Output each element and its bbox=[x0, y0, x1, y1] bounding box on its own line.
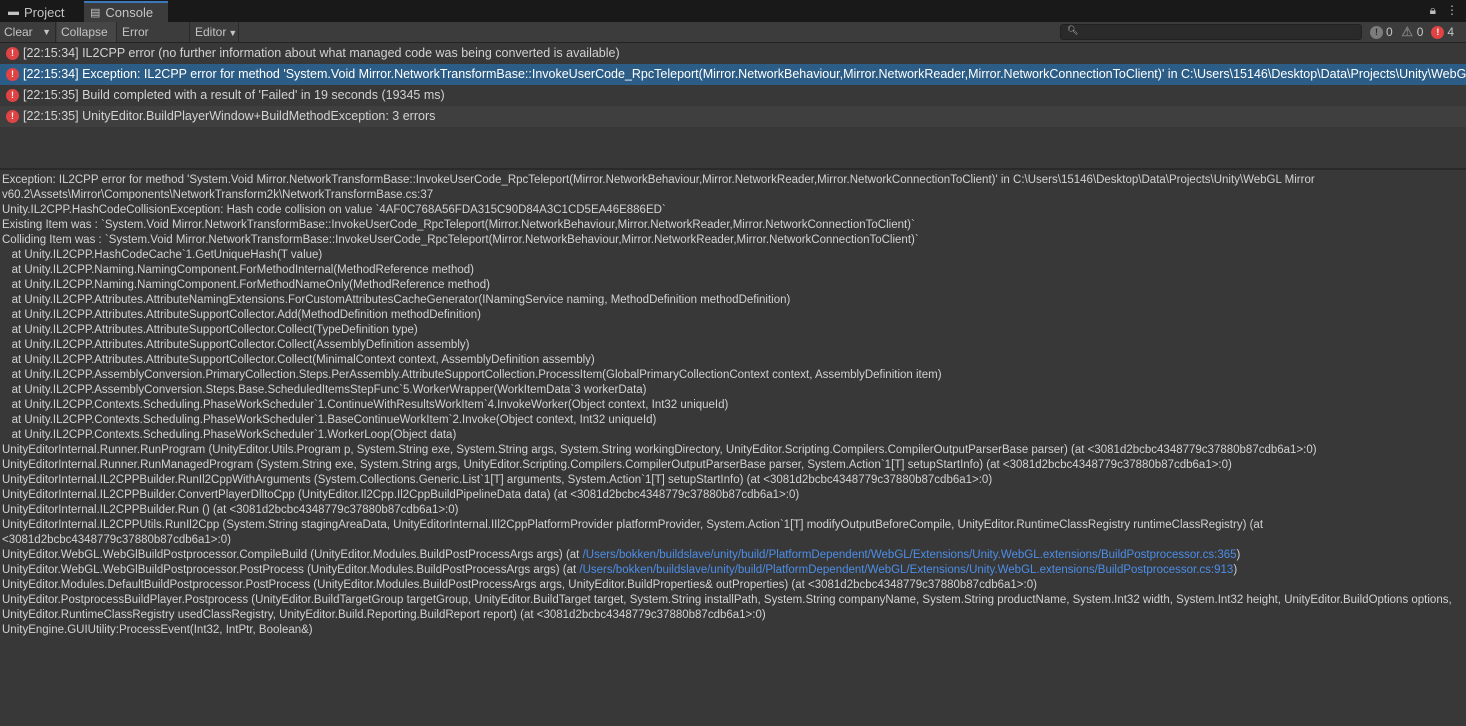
folder-icon: ▬ bbox=[8, 6, 19, 18]
stack-trace-line: at Unity.IL2CPP.Contexts.Scheduling.Phas… bbox=[2, 414, 657, 426]
info-icon: ! bbox=[1370, 25, 1383, 39]
more-menu-icon[interactable]: ⋮ bbox=[1446, 3, 1458, 18]
editor-dropdown[interactable]: Editor ▼ bbox=[191, 22, 239, 42]
stack-trace-line: UnityEngine.GUIUtility:ProcessEvent(Int3… bbox=[2, 624, 313, 636]
stack-trace-line: at Unity.IL2CPP.AssemblyConversion.Prima… bbox=[2, 369, 942, 381]
error-pause-toggle[interactable]: Error Pause bbox=[118, 22, 190, 59]
error-count-toggle[interactable]: ! 4 bbox=[1427, 22, 1458, 42]
error-icon: ! bbox=[6, 110, 19, 123]
stack-trace-line: Colliding Item was : `System.Void Mirror… bbox=[2, 234, 919, 246]
stack-trace-line: at Unity.IL2CPP.Attributes.AttributeSupp… bbox=[2, 324, 418, 336]
log-entry[interactable]: ! [22:15:35] UnityEditor.BuildPlayerWind… bbox=[0, 106, 1466, 127]
tab-project[interactable]: ▬ Project bbox=[2, 2, 82, 22]
log-entry-text: [22:15:35] Build completed with a result… bbox=[23, 88, 445, 102]
stack-trace-prefix: UnityEditor.WebGL.WebGlBuildPostprocesso… bbox=[2, 549, 583, 561]
chevron-down-icon: ▼ bbox=[228, 28, 238, 38]
source-file-link[interactable]: /Users/bokken/buildslave/unity/build/Pla… bbox=[583, 549, 1237, 561]
warning-icon: ⚠︎ bbox=[1401, 24, 1414, 39]
tab-console[interactable]: ▤ Console bbox=[84, 1, 168, 22]
stack-trace-prefix: UnityEditor.WebGL.WebGlBuildPostprocesso… bbox=[2, 564, 580, 576]
tab-label: Console bbox=[105, 5, 154, 20]
stack-trace-line: Exception: IL2CPP error for method 'Syst… bbox=[2, 174, 1318, 201]
stack-trace-line: at Unity.IL2CPP.Attributes.AttributeSupp… bbox=[2, 309, 481, 321]
log-counters: ! 0 ⚠︎ 0 ! 4 bbox=[1366, 22, 1458, 42]
clear-button[interactable]: Clear ▼ bbox=[0, 22, 56, 42]
tab-label: Project bbox=[24, 4, 65, 20]
info-count: 0 bbox=[1386, 25, 1393, 39]
warning-count-toggle[interactable]: ⚠︎ 0 bbox=[1397, 22, 1428, 42]
stack-trace-line: at Unity.IL2CPP.AssemblyConversion.Steps… bbox=[2, 384, 647, 396]
log-entry-text: [22:15:35] UnityEditor.BuildPlayerWindow… bbox=[23, 109, 436, 123]
stack-trace-line: UnityEditor.Modules.DefaultBuildPostproc… bbox=[2, 579, 1037, 591]
stack-trace-line: at Unity.IL2CPP.HashCodeCache`1.GetUniqu… bbox=[2, 249, 323, 261]
stack-trace-line: at Unity.IL2CPP.Attributes.AttributeNami… bbox=[2, 294, 791, 306]
stack-trace-line: UnityEditorInternal.IL2CPPBuilder.Conver… bbox=[2, 489, 800, 501]
collapse-label: Collapse bbox=[61, 25, 108, 39]
error-icon: ! bbox=[1431, 25, 1445, 39]
log-entry-text: [22:15:34] Exception: IL2CPP error for m… bbox=[23, 67, 1466, 81]
console-icon: ▤ bbox=[90, 7, 101, 19]
stack-trace-line: Unity.IL2CPP.HashCodeCollisionException:… bbox=[2, 204, 666, 216]
search-icon: 🔍︎ bbox=[1067, 25, 1079, 35]
log-entry-text: [22:15:34] IL2CPP error (no further info… bbox=[23, 46, 620, 60]
log-entry[interactable]: ! [22:15:35] Build completed with a resu… bbox=[0, 85, 1466, 106]
stack-trace-line: UnityEditor.WebGL.WebGlBuildPostprocesso… bbox=[2, 548, 1464, 563]
stack-trace-line: UnityEditorInternal.IL2CPPBuilder.RunIl2… bbox=[2, 474, 993, 486]
clear-label: Clear bbox=[4, 25, 33, 39]
error-icon: ! bbox=[6, 68, 19, 81]
stack-trace-line: UnityEditorInternal.IL2CPPBuilder.Run ()… bbox=[2, 504, 459, 516]
tab-bar: ▬ Project ▤ Console 🔒︎ ⋮ bbox=[0, 0, 1466, 22]
panel-splitter[interactable] bbox=[0, 168, 1466, 170]
console-toolbar: Clear ▼ Collapse Error Pause Editor▼ 🔍︎ … bbox=[0, 22, 1466, 59]
log-entry-selected[interactable]: ! [22:15:34] Exception: IL2CPP error for… bbox=[0, 64, 1466, 85]
stack-trace-suffix: ) bbox=[1236, 549, 1241, 561]
info-count-toggle[interactable]: ! 0 bbox=[1366, 22, 1397, 42]
stack-trace-line: UnityEditor.PostprocessBuildPlayer.Postp… bbox=[2, 594, 1455, 621]
stack-trace-panel: Exception: IL2CPP error for method 'Syst… bbox=[0, 173, 1466, 726]
stack-trace-line: UnityEditor.WebGL.WebGlBuildPostprocesso… bbox=[2, 563, 1464, 578]
stack-trace-line: at Unity.IL2CPP.Naming.NamingComponent.F… bbox=[2, 279, 490, 291]
stack-trace-line: UnityEditorInternal.Runner.RunManagedPro… bbox=[2, 459, 1232, 471]
error-icon: ! bbox=[6, 89, 19, 102]
stack-trace-line: at Unity.IL2CPP.Attributes.AttributeSupp… bbox=[2, 354, 595, 366]
warning-count: 0 bbox=[1416, 25, 1424, 39]
stack-trace-line: at Unity.IL2CPP.Contexts.Scheduling.Phas… bbox=[2, 429, 457, 441]
tab-actions: 🔒︎ ⋮ bbox=[1430, 3, 1458, 18]
lock-icon[interactable]: 🔒︎ bbox=[1430, 3, 1436, 18]
log-list[interactable]: ! [22:15:34] IL2CPP error (no further in… bbox=[0, 43, 1466, 168]
source-file-link[interactable]: /Users/bokken/buildslave/unity/build/Pla… bbox=[579, 564, 1233, 576]
error-icon: ! bbox=[6, 47, 19, 60]
stack-trace-line: Existing Item was : `System.Void Mirror.… bbox=[2, 219, 915, 231]
editor-label: Editor bbox=[195, 25, 227, 39]
stack-trace-line: at Unity.IL2CPP.Naming.NamingComponent.F… bbox=[2, 264, 474, 276]
log-entry[interactable]: ! [22:15:34] IL2CPP error (no further in… bbox=[0, 43, 1466, 64]
error-count: 4 bbox=[1447, 25, 1455, 39]
stack-trace-suffix: ) bbox=[1233, 564, 1238, 576]
stack-trace-line: UnityEditorInternal.IL2CPPUtils.RunIl2Cp… bbox=[2, 519, 1267, 546]
stack-trace-line: UnityEditorInternal.Runner.RunProgram (U… bbox=[2, 444, 1317, 456]
stack-trace-line: at Unity.IL2CPP.Contexts.Scheduling.Phas… bbox=[2, 399, 729, 411]
search-input[interactable]: 🔍︎ bbox=[1060, 24, 1362, 40]
chevron-down-icon[interactable]: ▼ bbox=[42, 22, 51, 42]
stack-trace-line: at Unity.IL2CPP.Attributes.AttributeSupp… bbox=[2, 339, 470, 351]
collapse-toggle[interactable]: Collapse bbox=[57, 22, 117, 42]
